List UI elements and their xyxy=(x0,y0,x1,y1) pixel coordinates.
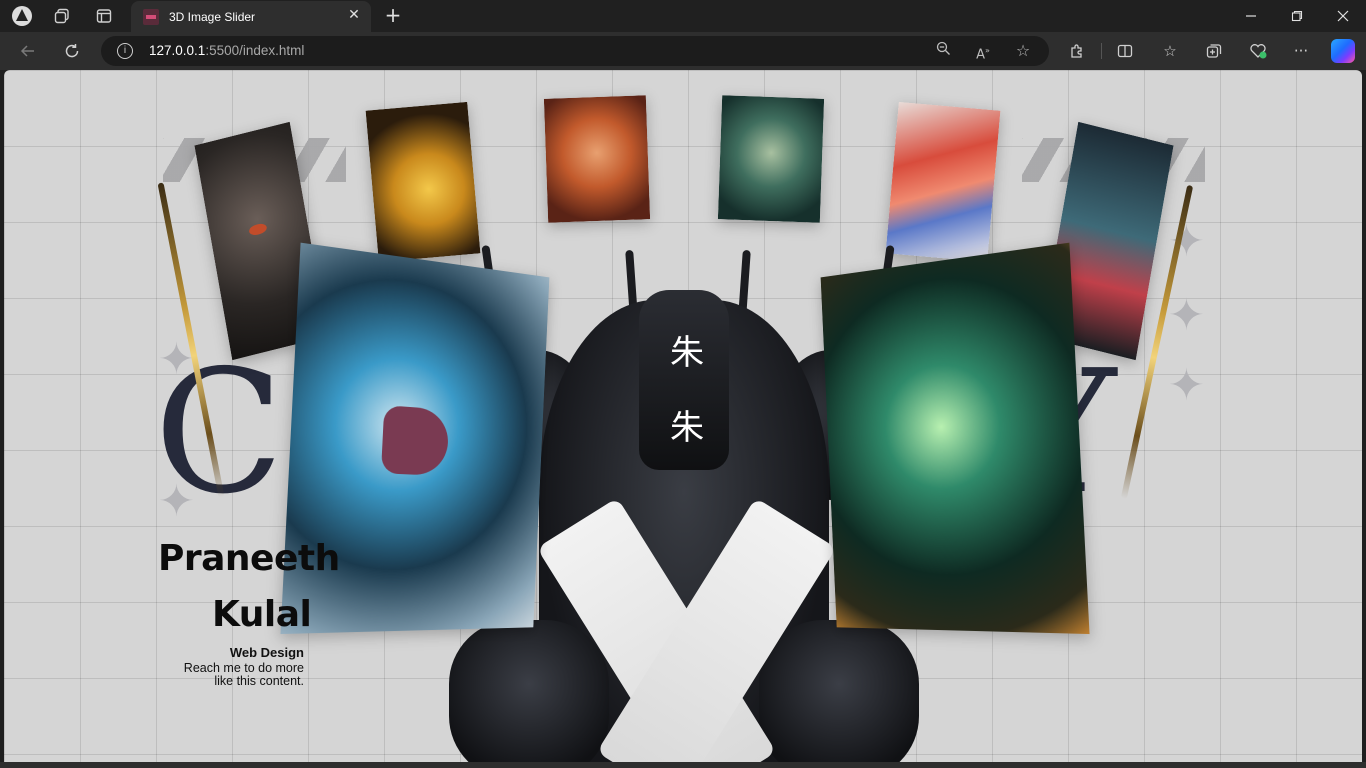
tab-close-icon[interactable]: ✕ xyxy=(345,7,363,23)
slider-image-golden-dragon[interactable] xyxy=(365,101,481,263)
workspaces-button[interactable] xyxy=(48,4,76,28)
minimize-icon xyxy=(1246,15,1256,17)
sparkle-icon: ✦ xyxy=(158,476,195,527)
site-info-icon[interactable]: i xyxy=(117,43,133,59)
split-screen-icon[interactable] xyxy=(1112,38,1138,64)
back-arrow-icon xyxy=(20,45,34,57)
tagline-line-2: like this content. xyxy=(214,674,304,688)
robot-glyph: 朱 xyxy=(670,333,704,373)
robot-glyph: 朱 xyxy=(670,408,704,448)
workspaces-icon xyxy=(54,8,69,24)
slider-image-art xyxy=(365,101,481,263)
browser-toolbar: i 127.0.0.1:5500/index.html A» ☆ ☆ ··· xyxy=(0,32,1366,70)
url-text[interactable]: 127.0.0.1:5500/index.html xyxy=(149,43,304,58)
author-last-name: Kulal xyxy=(212,594,312,635)
slider-image-art xyxy=(885,101,1001,263)
back-button[interactable] xyxy=(14,38,42,64)
robot-leg xyxy=(759,620,919,762)
favorites-icon[interactable]: ☆ xyxy=(1157,38,1183,64)
refresh-icon xyxy=(65,44,79,58)
tab-actions-icon xyxy=(96,9,112,23)
more-options-icon[interactable]: ··· xyxy=(1288,38,1314,64)
sparkle-icon: ✦ xyxy=(1168,360,1205,411)
page-viewport: C Y ✦ ✦ ✦ ✦ ✦ ON 朱 朱 xyxy=(4,70,1362,762)
close-icon xyxy=(1337,10,1349,22)
slider-image-green-jade-dragon[interactable] xyxy=(820,242,1090,635)
tab-title: 3D Image Slider xyxy=(169,9,256,24)
robot-leg xyxy=(449,620,609,762)
profile-avatar-icon xyxy=(12,6,32,26)
address-bar[interactable]: i 127.0.0.1:5500/index.html A» ☆ xyxy=(101,36,1049,66)
tab-actions-button[interactable] xyxy=(90,4,118,28)
slider-image-red-cloud-dragon[interactable] xyxy=(885,101,1001,263)
toolbar-separator xyxy=(1101,43,1102,59)
slider-image-teal-dragon[interactable] xyxy=(717,95,825,223)
slider-image-art xyxy=(820,242,1090,635)
slider-image-art xyxy=(717,95,825,223)
sparkle-icon: ✦ xyxy=(1168,290,1205,341)
copilot-icon[interactable] xyxy=(1331,39,1355,63)
extensions-icon[interactable] xyxy=(1064,38,1090,64)
refresh-button[interactable] xyxy=(58,38,86,64)
tab-3d-image-slider[interactable]: 3D Image Slider ✕ xyxy=(131,1,371,32)
minimize-button[interactable] xyxy=(1228,0,1274,32)
close-window-button[interactable] xyxy=(1320,0,1366,32)
slider-image-art xyxy=(543,95,651,223)
zoom-icon[interactable] xyxy=(933,41,953,61)
author-role: Web Design xyxy=(229,645,304,660)
browser-titlebar: 3D Image Slider ✕ + xyxy=(0,0,1366,32)
restore-button[interactable] xyxy=(1274,0,1320,32)
performance-heart-icon[interactable] xyxy=(1245,38,1271,64)
url-path: :5500/index.html xyxy=(205,43,305,58)
collections-icon[interactable] xyxy=(1201,38,1227,64)
url-host: 127.0.0.1 xyxy=(149,43,206,58)
slider-image-red-dragon[interactable] xyxy=(543,95,651,223)
author-first-name: Praneeth xyxy=(158,538,340,579)
new-tab-button[interactable]: + xyxy=(382,4,404,26)
profile-avatar[interactable] xyxy=(8,4,36,28)
favorite-star-icon[interactable]: ☆ xyxy=(1013,41,1033,61)
restore-icon xyxy=(1291,10,1303,22)
read-aloud-icon[interactable]: A» xyxy=(973,41,993,62)
window-bottom-edge xyxy=(0,762,1366,768)
tab-favicon-icon xyxy=(143,8,159,25)
